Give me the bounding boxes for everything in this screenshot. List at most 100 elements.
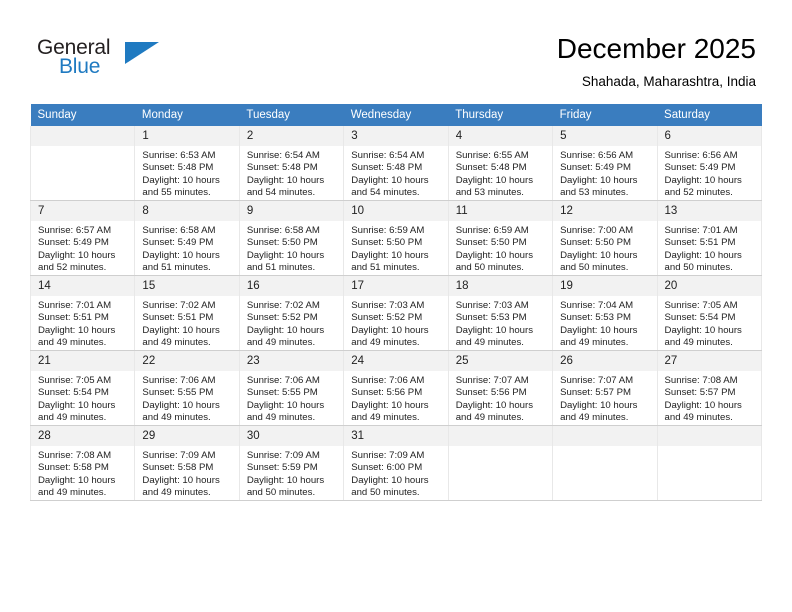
calendar-day-cell[interactable]: 5 Sunrise: 6:56 AM Sunset: 5:49 PM Daylight… xyxy=(552,126,658,201)
day-number: 31 xyxy=(344,426,448,446)
day-details: Sunrise: 7:03 AM Sunset: 5:52 PM Daylight:… xyxy=(344,296,447,350)
sunrise-time: Sunrise: 7:02 AM xyxy=(246,300,320,311)
calendar-day-cell[interactable]: 16 Sunrise: 7:02 AM Sunset: 5:52 PM Dayligh… xyxy=(238,275,345,351)
day-details: Sunrise: 6:55 AM Sunset: 5:48 PM Daylight:… xyxy=(449,146,552,200)
daylight-duration-line2: and 49 minutes. xyxy=(664,337,733,349)
daylight-duration-line1: Daylight: 10 hours xyxy=(246,474,325,486)
sunset-time: Sunset: 5:50 PM xyxy=(351,237,423,249)
day-number: 5 xyxy=(553,126,657,146)
calendar-day-cell[interactable]: 25 Sunrise: 7:07 AM Sunset: 5:56 PM Dayligh… xyxy=(447,350,554,426)
daylight-duration-line2: and 50 minutes. xyxy=(560,262,629,274)
sunrise-time: Sunrise: 7:09 AM xyxy=(246,450,320,461)
calendar-day-cell[interactable]: 17 Sunrise: 7:03 AM Sunset: 5:52 PM Dayligh… xyxy=(343,275,449,351)
calendar-day-cell[interactable]: 2 Sunrise: 6:54 AM Sunset: 5:48 PM Daylight… xyxy=(238,126,345,201)
calendar-day-cell[interactable]: 23 Sunrise: 7:06 AM Sunset: 5:55 PM Dayligh… xyxy=(238,350,345,426)
sunrise-time: Sunrise: 7:08 AM xyxy=(664,375,738,386)
daylight-duration-line1: Daylight: 10 hours xyxy=(246,399,325,411)
calendar-week-row: 7 Sunrise: 6:57 AM Sunset: 5:49 PM Daylight… xyxy=(29,200,763,276)
calendar-day-cell[interactable]: 10 Sunrise: 6:59 AM Sunset: 5:50 PM Dayligh… xyxy=(343,200,449,276)
weekday-header-tuesday: Tuesday xyxy=(239,104,344,126)
weekday-header-wednesday: Wednesday xyxy=(343,104,449,126)
calendar-day-cell[interactable]: 1 Sunrise: 6:53 AM Sunset: 5:48 PM Daylight… xyxy=(134,126,240,201)
calendar-day-cell[interactable]: 31 Sunrise: 7:09 AM Sunset: 6:00 PM Dayligh… xyxy=(343,425,449,501)
day-number: 27 xyxy=(657,351,761,371)
calendar-day-cell[interactable]: 11 Sunrise: 6:59 AM Sunset: 5:50 PM Dayligh… xyxy=(447,200,554,276)
daylight-duration-line1: Daylight: 10 hours xyxy=(455,399,534,411)
daylight-duration-line2: and 51 minutes. xyxy=(351,262,420,274)
day-number: 26 xyxy=(553,351,657,371)
brand-logo[interactable]: General Blue xyxy=(37,36,237,84)
daylight-duration-line1: Daylight: 10 hours xyxy=(664,249,742,261)
calendar-day-cell[interactable]: 4 Sunrise: 6:55 AM Sunset: 5:48 PM Daylight… xyxy=(447,126,554,201)
sunrise-sunset-calendar: Sunday Monday Tuesday Wednesday Thursday… xyxy=(29,104,763,501)
calendar-day-cell[interactable]: 18 Sunrise: 7:03 AM Sunset: 5:53 PM Dayligh… xyxy=(447,275,554,351)
sunrise-time: Sunrise: 6:59 AM xyxy=(455,225,529,236)
daylight-duration-line2: and 55 minutes. xyxy=(142,187,211,199)
calendar-day-cell[interactable]: 6 Sunrise: 6:56 AM Sunset: 5:49 PM Daylight… xyxy=(656,126,763,201)
sunset-time: Sunset: 5:48 PM xyxy=(351,162,423,174)
daylight-duration-line1: Daylight: 10 hours xyxy=(351,174,429,186)
sunset-time: Sunset: 6:00 PM xyxy=(351,462,423,474)
day-number: 9 xyxy=(239,201,344,221)
day-number: 19 xyxy=(553,276,657,296)
day-details: Sunrise: 7:06 AM Sunset: 5:55 PM Daylight:… xyxy=(135,371,238,425)
calendar-day-cell[interactable]: 24 Sunrise: 7:06 AM Sunset: 5:56 PM Dayligh… xyxy=(343,350,449,426)
sunrise-time: Sunrise: 6:58 AM xyxy=(142,225,216,236)
calendar-day-cell[interactable]: 14 Sunrise: 7:01 AM Sunset: 5:51 PM Dayligh… xyxy=(29,275,136,351)
day-number: 3 xyxy=(344,126,448,146)
calendar-day-cell[interactable]: 13 Sunrise: 7:01 AM Sunset: 5:51 PM Dayligh… xyxy=(656,200,763,276)
calendar-day-cell[interactable]: 27 Sunrise: 7:08 AM Sunset: 5:57 PM Dayligh… xyxy=(656,350,763,426)
calendar-day-cell[interactable]: 12 Sunrise: 7:00 AM Sunset: 5:50 PM Dayligh… xyxy=(552,200,658,276)
sunrise-time: Sunrise: 7:09 AM xyxy=(351,450,425,461)
calendar-day-cell[interactable]: 15 Sunrise: 7:02 AM Sunset: 5:51 PM Dayligh… xyxy=(134,275,240,351)
daylight-duration-line2: and 49 minutes. xyxy=(455,337,524,349)
sunset-time: Sunset: 5:57 PM xyxy=(560,387,632,399)
daylight-duration-line2: and 51 minutes. xyxy=(246,262,316,274)
daylight-duration-line1: Daylight: 10 hours xyxy=(142,324,220,336)
calendar-day-cell[interactable]: 21 Sunrise: 7:05 AM Sunset: 5:54 PM Dayligh… xyxy=(29,350,136,426)
sunrise-time: Sunrise: 7:06 AM xyxy=(246,375,320,386)
sunrise-time: Sunrise: 7:04 AM xyxy=(560,300,634,311)
sunrise-time: Sunrise: 6:57 AM xyxy=(38,225,112,236)
calendar-day-cell-empty xyxy=(552,425,658,501)
calendar-day-cell[interactable]: 30 Sunrise: 7:09 AM Sunset: 5:59 PM Dayligh… xyxy=(238,425,345,501)
day-number: 17 xyxy=(344,276,448,296)
daylight-duration-line2: and 49 minutes. xyxy=(246,337,316,349)
day-details: Sunrise: 7:09 AM Sunset: 5:58 PM Daylight:… xyxy=(135,446,238,500)
weekday-header-thursday: Thursday xyxy=(448,104,553,126)
calendar-day-cell[interactable]: 26 Sunrise: 7:07 AM Sunset: 5:57 PM Dayligh… xyxy=(552,350,658,426)
sunrise-time: Sunrise: 7:05 AM xyxy=(664,300,738,311)
sunset-time: Sunset: 5:51 PM xyxy=(664,237,736,249)
sunrise-time: Sunrise: 7:03 AM xyxy=(351,300,425,311)
day-number: 6 xyxy=(657,126,761,146)
calendar-day-cell[interactable]: 20 Sunrise: 7:05 AM Sunset: 5:54 PM Dayligh… xyxy=(656,275,763,351)
calendar-day-cell[interactable]: 7 Sunrise: 6:57 AM Sunset: 5:49 PM Daylight… xyxy=(29,200,136,276)
day-number: 15 xyxy=(135,276,239,296)
sunset-time: Sunset: 5:55 PM xyxy=(246,387,318,399)
daylight-duration-line1: Daylight: 10 hours xyxy=(560,399,638,411)
day-number: 7 xyxy=(31,201,135,221)
daylight-duration-line2: and 50 minutes. xyxy=(455,262,524,274)
sunrise-time: Sunrise: 6:54 AM xyxy=(351,150,425,161)
sunset-time: Sunset: 5:48 PM xyxy=(246,162,318,174)
brand-name-blue: Blue xyxy=(59,55,101,78)
sunset-time: Sunset: 5:51 PM xyxy=(142,312,214,324)
daylight-duration-line2: and 49 minutes. xyxy=(246,412,316,424)
daylight-duration-line1: Daylight: 10 hours xyxy=(351,474,429,486)
calendar-day-cell[interactable]: 19 Sunrise: 7:04 AM Sunset: 5:53 PM Dayligh… xyxy=(552,275,658,351)
daylight-duration-line2: and 49 minutes. xyxy=(560,412,629,424)
sunset-time: Sunset: 5:48 PM xyxy=(142,162,214,174)
calendar-day-cell[interactable]: 29 Sunrise: 7:09 AM Sunset: 5:58 PM Dayligh… xyxy=(134,425,240,501)
calendar-day-cell[interactable]: 28 Sunrise: 7:08 AM Sunset: 5:58 PM Dayligh… xyxy=(29,425,136,501)
daylight-duration-line1: Daylight: 10 hours xyxy=(455,174,534,186)
calendar-day-cell[interactable]: 22 Sunrise: 7:06 AM Sunset: 5:55 PM Dayligh… xyxy=(134,350,240,426)
calendar-day-cell[interactable]: 9 Sunrise: 6:58 AM Sunset: 5:50 PM Daylight… xyxy=(238,200,345,276)
sunrise-time: Sunrise: 7:01 AM xyxy=(38,300,112,311)
sunset-time: Sunset: 5:53 PM xyxy=(455,312,527,324)
sunset-time: Sunset: 5:58 PM xyxy=(142,462,214,474)
sunset-time: Sunset: 5:57 PM xyxy=(664,387,736,399)
day-details: Sunrise: 6:58 AM Sunset: 5:49 PM Daylight:… xyxy=(135,221,238,275)
calendar-day-cell[interactable]: 3 Sunrise: 6:54 AM Sunset: 5:48 PM Daylight… xyxy=(343,126,449,201)
calendar-day-cell[interactable]: 8 Sunrise: 6:58 AM Sunset: 5:49 PM Daylight… xyxy=(134,200,240,276)
daylight-duration-line1: Daylight: 10 hours xyxy=(38,399,116,411)
